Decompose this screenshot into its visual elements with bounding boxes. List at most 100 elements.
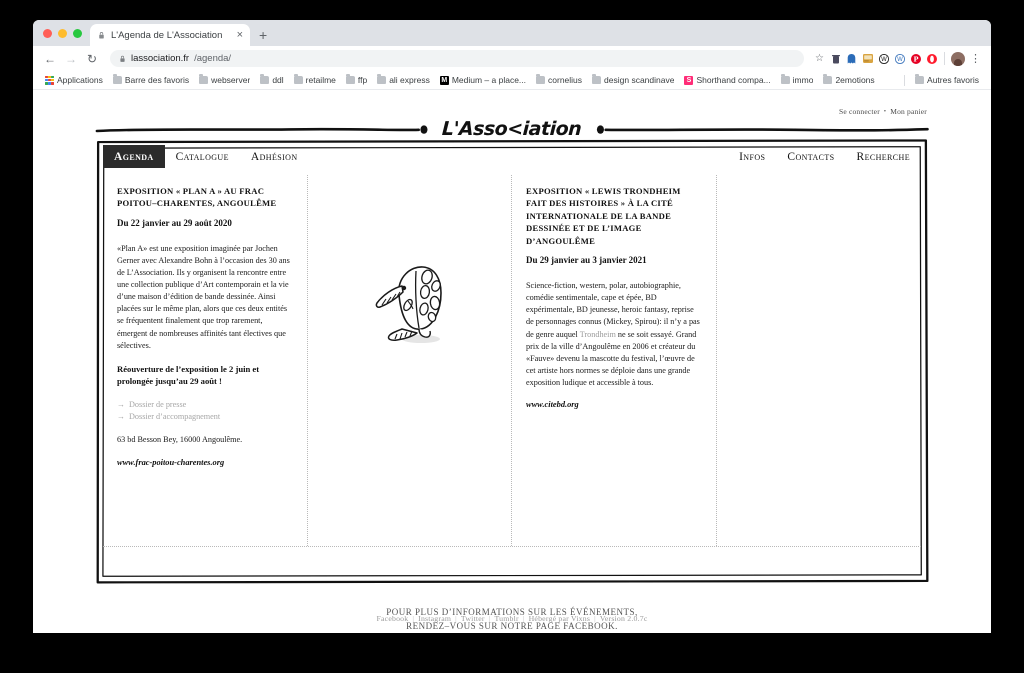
pinterest-extension-icon[interactable]: P: [909, 52, 922, 65]
bookmark-label: retailme: [305, 75, 336, 85]
nav-item-infos[interactable]: Infos: [728, 145, 776, 168]
bookmark-item[interactable]: design scandinave: [588, 74, 678, 86]
nav-item-contacts[interactable]: Contacts: [776, 145, 845, 168]
close-window-button[interactable]: [43, 28, 52, 38]
back-button[interactable]: ←: [41, 50, 59, 68]
bookmarks-separator: [904, 74, 906, 86]
bookmark-label: Applications: [57, 75, 103, 85]
footer-separator: |: [594, 614, 596, 623]
trondheim-link[interactable]: Trondheim: [580, 330, 616, 339]
bookmark-label: Autres favoris: [927, 75, 979, 85]
masthead-rule-left: [95, 118, 432, 140]
browser-window: L'Agenda de L'Association × + ← → ↻ lass…: [33, 20, 991, 633]
bookmark-item[interactable]: ali express: [373, 74, 434, 86]
bookmark-item[interactable]: webserver: [195, 74, 254, 86]
evernote-extension-icon[interactable]: [861, 52, 874, 65]
content-area: Exposition « Plan A » au Frac Poitou–Cha…: [103, 175, 921, 633]
close-tab-button[interactable]: ×: [237, 29, 243, 41]
masthead-rule-right: [592, 118, 929, 140]
event-address: 63 bd Besson Bey, 16000 Angoulême.: [117, 435, 243, 445]
event-website-link[interactable]: www.citebd.org: [526, 400, 702, 409]
event-document-links: → Dossier de presse → Dossier d’accompag…: [117, 399, 293, 424]
bookmark-item[interactable]: M Medium – a place...: [436, 74, 530, 86]
avatar[interactable]: [951, 51, 965, 66]
nav-label: Catalogue: [175, 150, 229, 163]
cart-link[interactable]: Mon panier: [890, 107, 927, 116]
event-website-link[interactable]: www.frac-poitou-charentes.org: [117, 458, 293, 467]
bookmark-label: Shorthand compa...: [696, 75, 771, 85]
site-footer-links: Facebook | Instagram | Twitter | Tumblr | Héberg…: [33, 614, 991, 623]
link-label: Dossier d’accompagnement: [129, 412, 221, 422]
nav-label: Contacts: [787, 150, 835, 163]
bookmark-item[interactable]: 2emotions: [819, 74, 878, 86]
footer-link-host[interactable]: Hébergé par Vixns: [529, 614, 591, 623]
event-body: Science-fiction, western, polar, autobio…: [526, 280, 702, 389]
nav-label: Recherche: [856, 150, 910, 163]
wordpress-blue-extension-icon[interactable]: W: [893, 52, 906, 65]
bookmarks-bar: Applications Barre des favoris webserver…: [33, 71, 991, 90]
link-label: Dossier de presse: [129, 399, 187, 409]
site-logo[interactable]: L'Asso<iation: [432, 118, 592, 140]
tab-favicon-icon: [99, 31, 104, 39]
trash-extension-icon[interactable]: [829, 52, 842, 65]
browser-toolbar: ← → ↻ lassociation.fr/agenda/ ☆ W W P ⋮: [33, 46, 991, 71]
bookmark-item[interactable]: S Shorthand compa...: [680, 74, 774, 86]
bookmark-item[interactable]: ffp: [342, 74, 371, 86]
folder-icon: [112, 74, 122, 84]
bookmark-label: 2emotions: [835, 75, 875, 85]
hand-drawn-creature-illustration: [375, 266, 443, 343]
maximize-window-button[interactable]: [73, 28, 82, 38]
browser-tab[interactable]: L'Agenda de L'Association ×: [90, 24, 250, 46]
event-dates: Du 29 janvier au 3 janvier 2021: [526, 255, 647, 266]
nav-label: Infos: [739, 150, 766, 163]
folder-icon: [345, 74, 355, 84]
browser-menu-button[interactable]: ⋮: [968, 52, 983, 65]
opera-extension-icon[interactable]: [925, 52, 938, 65]
footer-link-tumblr[interactable]: Tumblr: [494, 614, 518, 623]
bookmark-item[interactable]: ddl: [256, 74, 287, 86]
forward-button[interactable]: →: [62, 50, 80, 68]
event-dates: Du 22 janvier au 29 août 2020: [117, 217, 232, 228]
window-traffic-lights: [41, 20, 90, 46]
bookmark-item[interactable]: Barre des favoris: [109, 74, 193, 86]
dossier-de-presse-link[interactable]: → Dossier de presse: [117, 399, 293, 411]
ghostery-extension-icon[interactable]: [845, 52, 858, 65]
bookmark-item[interactable]: immo: [777, 74, 818, 86]
bookmark-label: design scandinave: [604, 75, 675, 85]
main-navigation: Agenda Catalogue Adhésion Infos Contacts…: [103, 145, 921, 168]
folder-icon: [592, 74, 602, 84]
bookmark-item[interactable]: cornelius: [532, 74, 586, 86]
bookmark-item[interactable]: retailme: [290, 74, 340, 86]
footer-link-facebook[interactable]: Facebook: [376, 614, 408, 623]
nav-item-recherche[interactable]: Recherche: [846, 145, 922, 168]
bookmark-other-favorites[interactable]: Autres favoris: [911, 74, 983, 86]
event-title: Exposition « Lewis Trondheim fait des hi…: [526, 186, 681, 246]
event-body: «Plan A» est une exposition imaginée par…: [117, 243, 290, 350]
nav-item-adhesion[interactable]: Adhésion: [240, 145, 309, 168]
nav-label: Adhésion: [250, 150, 298, 163]
folder-icon: [199, 74, 209, 84]
footer-link-twitter[interactable]: Twitter: [461, 614, 485, 623]
login-link[interactable]: Se connecter: [839, 107, 880, 116]
folder-icon: [915, 74, 925, 84]
bookmark-label: Medium – a place...: [451, 75, 527, 85]
nav-item-agenda[interactable]: Agenda: [103, 145, 165, 168]
bookmark-star-icon[interactable]: ☆: [813, 52, 826, 65]
bookmark-label: ffp: [357, 75, 368, 85]
bookmark-label: immo: [792, 75, 814, 85]
reload-button[interactable]: ↻: [83, 50, 101, 68]
footer-version: Version 2.0.7c: [599, 614, 648, 623]
url-path: /agenda/: [194, 53, 232, 64]
wordpress-extension-icon[interactable]: W: [877, 52, 890, 65]
footer-link-instagram[interactable]: Instagram: [418, 614, 451, 623]
minimize-window-button[interactable]: [58, 28, 67, 38]
bookmark-label: Barre des favoris: [124, 75, 190, 85]
bookmark-apps[interactable]: Applications: [41, 74, 107, 86]
nav-item-catalogue[interactable]: Catalogue: [165, 145, 240, 168]
dossier-accompagnement-link[interactable]: → Dossier d’accompagnement: [117, 411, 293, 423]
footer-separator: |: [522, 614, 525, 623]
medium-icon: M: [439, 75, 449, 85]
new-tab-button[interactable]: +: [250, 24, 276, 46]
folder-icon: [823, 74, 833, 84]
address-bar[interactable]: lassociation.fr/agenda/: [110, 50, 804, 67]
